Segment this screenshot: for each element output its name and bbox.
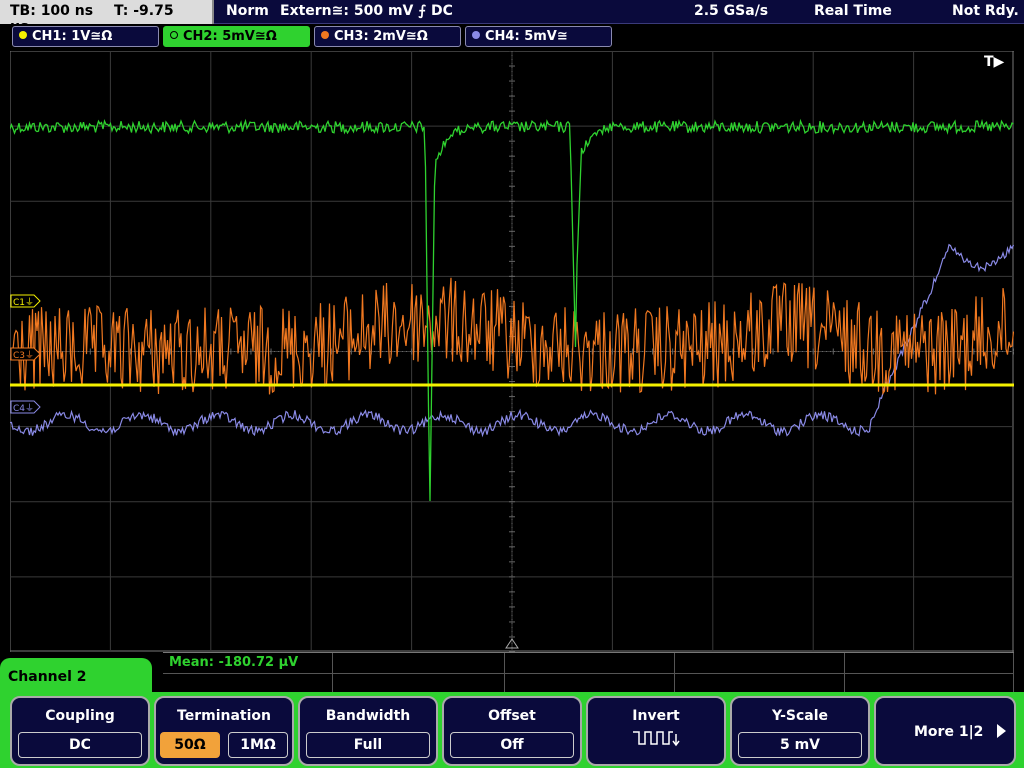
- trigger-position-marker: T▶: [984, 54, 1005, 70]
- more-label: More 1|2: [914, 724, 984, 740]
- ch1-dot-icon: [19, 31, 27, 39]
- acquisition-mode: Real Time: [814, 3, 892, 19]
- svg-text:C4⏚: C4⏚: [13, 403, 34, 414]
- bandwidth-button[interactable]: Bandwidth Full: [298, 696, 438, 766]
- trigger-mode[interactable]: Norm: [226, 3, 269, 19]
- more-button[interactable]: More 1|2: [874, 696, 1016, 766]
- svg-text:C3⏚: C3⏚: [13, 350, 34, 361]
- trigger-source[interactable]: Extern≅: 500 mV ⨍ DC: [280, 3, 453, 19]
- termination-50-option[interactable]: 50Ω: [160, 732, 220, 758]
- status-bar: TB: 100 ns T: -9.75 µs Norm Extern≅: 500…: [0, 0, 1024, 35]
- tab-ch4[interactable]: CH4: 5mV≅: [465, 26, 612, 47]
- timebase: TB: 100 ns: [10, 3, 94, 19]
- coupling-button[interactable]: Coupling DC: [10, 696, 150, 766]
- bandwidth-value: Full: [306, 732, 430, 758]
- sample-rate: 2.5 GSa/s: [694, 3, 769, 19]
- termination-1m-option[interactable]: 1MΩ: [228, 732, 288, 758]
- offset-value: Off: [450, 732, 574, 758]
- svg-text:C1⏚: C1⏚: [13, 297, 34, 308]
- invert-button[interactable]: Invert: [586, 696, 726, 766]
- arrow-right-icon: [997, 724, 1006, 738]
- waveform-display[interactable]: C1⏚ C3⏚ C4⏚ T▶: [10, 51, 1014, 652]
- channel-tabs: CH1: 1V≅Ω CH2: 5mV≅Ω CH3: 2mV≅Ω CH4: 5mV…: [0, 26, 1024, 48]
- timebase-box[interactable]: TB: 100 ns T: -9.75 µs: [0, 0, 214, 35]
- tab-ch3[interactable]: CH3: 2mV≅Ω: [314, 26, 461, 47]
- waveform-grid: C1⏚ C3⏚ C4⏚ T▶: [10, 51, 1014, 652]
- ch2-dot-icon: [170, 31, 178, 39]
- run-status: Not Rdy.: [952, 3, 1019, 19]
- softkey-menu: Coupling DC Termination 50Ω 1MΩ Bandwidt…: [0, 692, 1024, 768]
- measurement-panel: Mean: -180.72 µV: [163, 652, 1014, 693]
- tab-ch2[interactable]: CH2: 5mV≅Ω: [163, 26, 310, 47]
- invert-waveform-icon: [633, 731, 680, 747]
- ch3-marker[interactable]: C3⏚: [10, 347, 41, 361]
- tab-ch1[interactable]: CH1: 1V≅Ω: [12, 26, 159, 47]
- ch4-dot-icon: [472, 31, 480, 39]
- yscale-button[interactable]: Y-Scale 5 mV: [730, 696, 870, 766]
- offset-button[interactable]: Offset Off: [442, 696, 582, 766]
- ch3-dot-icon: [321, 31, 329, 39]
- yscale-value: 5 mV: [738, 732, 862, 758]
- coupling-value: DC: [18, 732, 142, 758]
- termination-button[interactable]: Termination 50Ω 1MΩ: [154, 696, 294, 766]
- ch1-marker[interactable]: C1⏚: [10, 294, 41, 308]
- ch4-marker[interactable]: C4⏚: [10, 400, 41, 414]
